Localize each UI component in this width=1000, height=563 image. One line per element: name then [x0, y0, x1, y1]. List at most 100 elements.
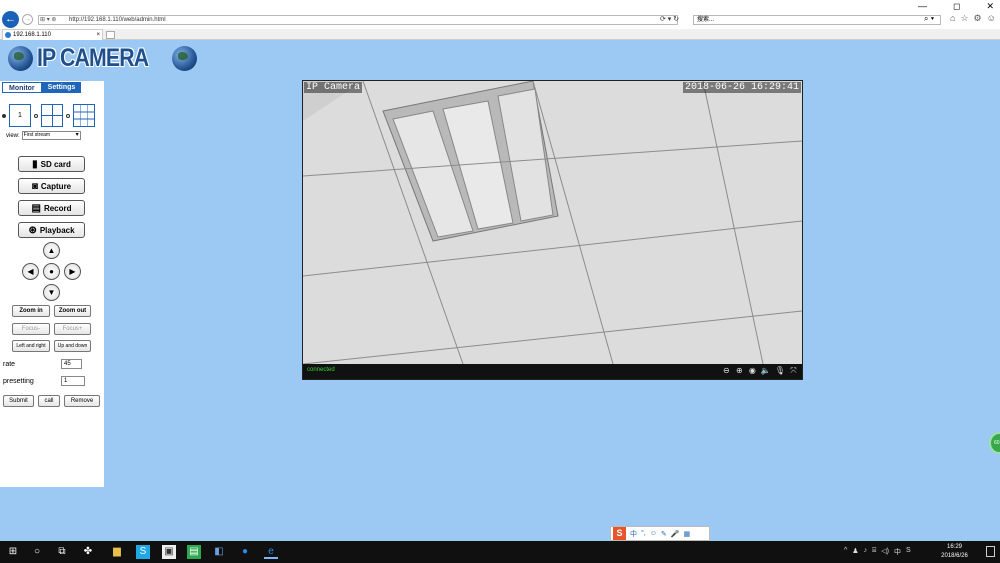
app-blue-icon[interactable]: ◧: [212, 545, 226, 559]
rate-select[interactable]: 45: [61, 359, 82, 369]
cortana-icon[interactable]: ○: [30, 545, 44, 559]
tab-monitor[interactable]: Monitor: [2, 82, 42, 93]
view-row: view: First stream: [6, 131, 81, 140]
app-image-icon[interactable]: ▣: [162, 545, 176, 559]
tray-sogou-icon[interactable]: S: [906, 547, 911, 557]
smiley-icon[interactable]: ☺: [987, 13, 996, 24]
layout-9-icon[interactable]: [73, 104, 95, 127]
layout-1-radio[interactable]: [2, 113, 6, 118]
tab-title: 192.168.1.110: [13, 32, 51, 38]
tab-close-button[interactable]: ×: [96, 30, 100, 40]
record-dot-icon[interactable]: ◉: [748, 366, 757, 376]
video-controls: ⊖ ⊕ ◉ 🔈 🎙 ⤧: [722, 366, 798, 376]
stream-select[interactable]: First stream: [21, 131, 81, 140]
system-tray: ^ ♟ ♪ ⌸ ◁) 中 S: [844, 547, 911, 557]
ptz-center-button[interactable]: ●: [43, 263, 60, 280]
tray-volume-icon[interactable]: ◁): [881, 547, 889, 557]
file-explorer-icon[interactable]: ▆: [110, 545, 124, 559]
new-tab-button[interactable]: [106, 31, 115, 39]
tab-strip: [0, 29, 1000, 40]
capture-label: Capture: [40, 181, 72, 191]
skype-icon[interactable]: S: [136, 545, 150, 559]
url-input[interactable]: http://192.168.1.110/web/admin.html: [38, 15, 678, 25]
capture-button[interactable]: ◙ Capture: [18, 178, 85, 194]
playback-label: Playback: [39, 225, 75, 235]
task-view-icon[interactable]: ⧉: [55, 545, 69, 559]
sogou-logo-icon[interactable]: S: [613, 527, 626, 540]
ptz-up-button[interactable]: ▲: [43, 242, 60, 259]
ptz-down-button[interactable]: ▼: [43, 284, 60, 301]
globe-right-icon: [171, 46, 197, 71]
layout-4-radio[interactable]: [34, 113, 38, 118]
up-down-button[interactable]: Up and down: [54, 340, 91, 352]
ptz-right-button[interactable]: ▶: [64, 263, 81, 280]
back-button[interactable]: ←: [2, 11, 19, 28]
ime-emoji-icon[interactable]: ☺: [650, 530, 657, 537]
record-label: Record: [43, 203, 72, 213]
forward-button[interactable]: →: [22, 14, 33, 25]
app-round-icon[interactable]: ●: [238, 545, 252, 559]
playback-button[interactable]: ⊛ Playback: [18, 222, 85, 238]
tray-network-icon[interactable]: ⌸: [872, 547, 876, 557]
zoom-out-button[interactable]: Zoom out: [54, 305, 91, 317]
star-icon[interactable]: ☆: [960, 13, 968, 24]
zoom-out-icon[interactable]: ⊖: [722, 366, 731, 376]
layout-4-icon[interactable]: [41, 104, 63, 127]
video-status-bar: connected ⊖ ⊕ ◉ 🔈 🎙 ⤧: [303, 364, 802, 379]
playback-icon: ⊛: [28, 224, 37, 236]
logo: IP CAMERA: [8, 44, 197, 73]
tab-settings[interactable]: Settings: [41, 82, 82, 93]
layout-9-radio[interactable]: [66, 113, 70, 118]
tray-up-icon[interactable]: ^: [844, 547, 847, 557]
remove-button[interactable]: Remove: [64, 395, 100, 407]
focus-plus-button[interactable]: Focus+: [54, 323, 91, 335]
gear-icon[interactable]: ⚙: [974, 13, 982, 24]
connection-status: connected: [307, 367, 335, 373]
ime-handwrite-icon[interactable]: ✎: [661, 530, 667, 538]
app-fan-icon[interactable]: ✤: [81, 545, 95, 559]
sd-card-button[interactable]: ▮ SD card: [18, 156, 85, 172]
taskbar: ⊞ ○ ⧉ ✤ ▆ S ▣ ▤ ◧ ● e ^ ♟ ♪ ⌸ ◁) 中 S 16:…: [0, 541, 1000, 563]
record-button[interactable]: ▤ Record: [18, 200, 85, 216]
call-button[interactable]: call: [38, 395, 60, 407]
clock-time: 16:29: [946, 544, 962, 550]
internet-explorer-icon[interactable]: e: [264, 545, 278, 559]
toolbar-icons: ⌂ ☆ ⚙ ☺: [950, 13, 996, 24]
zoom-in-button[interactable]: Zoom in: [12, 305, 50, 317]
tray-ime[interactable]: 中: [894, 547, 901, 557]
url-page-icon: ⊞ ▾ ⊛: [40, 17, 57, 23]
tray-user-icon[interactable]: ♟: [852, 547, 858, 557]
compat-refresh-icons[interactable]: ⟳ ▾ ↻: [660, 15, 679, 23]
presetting-input[interactable]: 1: [61, 376, 85, 386]
video-player[interactable]: IP Camera 2018-06-26 16:29:41 connected …: [302, 80, 803, 380]
notification-icon[interactable]: [986, 546, 995, 557]
browser-tab[interactable]: 192.168.1.110 ×: [2, 29, 103, 40]
zoom-in-icon[interactable]: ⊕: [735, 366, 744, 376]
fullscreen-icon[interactable]: ⤧: [789, 366, 798, 376]
ime-mic-icon[interactable]: 🎤: [671, 530, 680, 538]
submit-button[interactable]: Submit: [3, 395, 34, 407]
ptz-left-button[interactable]: ◀: [22, 263, 39, 280]
search-input[interactable]: 搜索...: [693, 15, 941, 25]
ime-lang[interactable]: 中: [630, 529, 637, 539]
ime-menu-icon[interactable]: ▦: [684, 530, 691, 538]
ceiling-scene: [303, 81, 802, 365]
tray-bell-icon[interactable]: ♪: [864, 547, 868, 557]
spreadsheet-icon[interactable]: ▤: [187, 545, 201, 559]
windows-start-icon[interactable]: ⊞: [6, 545, 20, 559]
layout-1-icon[interactable]: 1: [9, 104, 31, 127]
ime-toolbar: S 中 °, ☺ ✎ 🎤 ▦: [610, 526, 710, 541]
home-icon[interactable]: ⌂: [950, 13, 955, 24]
speaker-icon[interactable]: 🔈: [761, 366, 771, 376]
film-icon: ▤: [31, 202, 41, 214]
left-right-button[interactable]: Left and right: [12, 340, 50, 352]
microphone-icon[interactable]: 🎙: [775, 366, 785, 376]
panel-tabs: Monitor Settings: [2, 82, 82, 93]
clock[interactable]: 16:29 2018/6/26: [932, 543, 977, 561]
ime-punct[interactable]: °,: [641, 530, 646, 537]
rate-label: rate: [3, 361, 16, 368]
camera-feed: [303, 81, 802, 365]
search-icon[interactable]: ⌕ ▾: [924, 14, 934, 24]
focus-minus-button[interactable]: Focus-: [12, 323, 50, 335]
ptz-pad: ▲ ◀ ● ▶ ▼: [22, 242, 82, 302]
